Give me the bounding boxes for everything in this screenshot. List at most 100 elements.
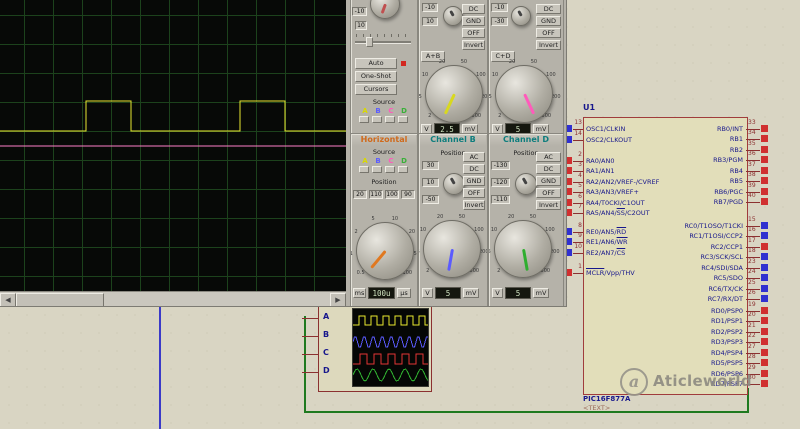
- pin-number: 26: [748, 289, 756, 296]
- source-channel-b-button[interactable]: [372, 116, 382, 123]
- timebase-unit-ms[interactable]: ms: [353, 288, 366, 298]
- source-channel-d-label: D: [401, 107, 407, 115]
- pin-number: 40: [748, 192, 756, 199]
- pin-state-indicator: [761, 307, 768, 314]
- pin-state-indicator: [761, 348, 768, 356]
- mcu-pin-20[interactable]: RD1/PSP1 20: [560, 311, 772, 326]
- mcu-pin-34[interactable]: RB1 34: [560, 129, 772, 144]
- knob-scale-label: 50: [458, 213, 466, 220]
- source-channel-c-button[interactable]: [385, 116, 395, 123]
- mcu-pin-18[interactable]: RC3/SCK/SCL 18: [560, 247, 772, 262]
- mcu-pin-33[interactable]: RB0/INT 33: [560, 119, 772, 134]
- mcu-pin-36[interactable]: RB3/PGM 36: [560, 150, 772, 165]
- mcu-pin-25[interactable]: RC6/TX/CK 25: [560, 279, 772, 294]
- probe-pin-stub-d: [302, 372, 318, 373]
- pin-name: RB4: [729, 166, 743, 175]
- source-channel-c-label: C: [388, 107, 394, 115]
- pin-state-indicator: [761, 317, 768, 325]
- mcu-pin-23[interactable]: RC4/SDI/SDA 23: [560, 258, 772, 273]
- pin-number: 22: [748, 332, 756, 340]
- pin-name: RC6/TX/CK: [708, 284, 743, 293]
- mcu-pin-16[interactable]: RC1/T1OSI/CCP2 16: [560, 226, 772, 241]
- source-channel-d-button[interactable]: [398, 116, 408, 123]
- mcu-pin-21[interactable]: RD2/PSP2 21: [560, 322, 772, 337]
- mcu-pin-27[interactable]: RD4/PSP4 27: [560, 343, 772, 358]
- pin-name: RB0/INT: [716, 125, 743, 133]
- watermark: a Aticleworld: [620, 366, 800, 398]
- scope-horizontal-scrollbar[interactable]: ◀ ▶: [0, 291, 346, 306]
- channel-b-unit-mv[interactable]: mV: [463, 288, 479, 298]
- probe-pin-stub-c: [302, 354, 318, 355]
- mcu-pin-19[interactable]: RD0/PSP0 19: [560, 301, 772, 316]
- pin-number: 34: [748, 129, 756, 137]
- scrollbar-thumb[interactable]: [16, 293, 104, 306]
- mcu-pin-17[interactable]: RC2/CCP1 17: [560, 237, 772, 252]
- knob-scale-label: 20: [438, 58, 446, 65]
- pin-number: 24: [748, 268, 756, 276]
- timebase-unit-us[interactable]: µs: [397, 288, 411, 298]
- pin-state-indicator: [761, 284, 768, 292]
- pin-number: 38: [748, 171, 756, 179]
- knob-scale-label: 50: [530, 58, 538, 65]
- mcu-pin-22[interactable]: RD3/PSP3 22: [560, 332, 772, 347]
- channel-d-unit-mv[interactable]: mV: [533, 288, 549, 298]
- channel-d-gain-display: 5: [505, 287, 531, 299]
- channel-d-unit-v[interactable]: V: [492, 288, 503, 298]
- scrollbar-right-arrow-icon[interactable]: ▶: [330, 293, 346, 306]
- scrollbar-left-arrow-icon[interactable]: ◀: [0, 293, 16, 306]
- pin-state-indicator: [761, 222, 768, 229]
- pin-state-indicator: [761, 177, 768, 185]
- mcu-pin-39[interactable]: RB6/PGC 39: [560, 182, 772, 197]
- trigger-source-selector: ABCD: [351, 0, 417, 133]
- timebase-display: 100u: [368, 287, 395, 299]
- oscilloscope-probe-component[interactable]: ABCD: [302, 296, 434, 394]
- channel-b-gain-knob[interactable]: [423, 220, 481, 278]
- pin-state-indicator: [761, 327, 768, 335]
- timebase-knob[interactable]: [356, 222, 414, 280]
- mcu-pin-26[interactable]: RC7/RX/DT 26: [560, 289, 772, 304]
- pin-number: 36: [748, 150, 756, 158]
- channel-a-gain-knob[interactable]: [425, 65, 483, 123]
- source-channel-a-button[interactable]: [359, 116, 369, 123]
- pin-name: RC3/SCK/SCL: [700, 253, 743, 262]
- mcu-pin-35[interactable]: RB2 35: [560, 140, 772, 155]
- pin-stub: [746, 202, 760, 203]
- source-channel-b-label: B: [375, 107, 381, 115]
- pin-state-indicator: [761, 187, 768, 195]
- watermark-logo-icon: a: [620, 368, 648, 396]
- pin-name: RC7/RX/DT: [707, 295, 743, 303]
- pin-number: 15: [748, 216, 756, 223]
- oscilloscope-display: [0, 0, 346, 291]
- channel-b-unit-v[interactable]: V: [422, 288, 433, 298]
- knob-pointer: [522, 93, 535, 115]
- knob-pointer: [443, 93, 456, 115]
- probe-input-c: C: [323, 348, 329, 357]
- pin-state-indicator: [761, 232, 768, 240]
- horizontal-panel: Horizontal Source ABCD Position 20 110 100…: [350, 133, 418, 306]
- pin-state-indicator: [761, 338, 768, 346]
- knob-scale-label: 20: [507, 213, 515, 220]
- knob-scale-label: 50: [529, 213, 537, 220]
- knob-scale-label: 20: [436, 213, 444, 220]
- mcu-pin-24[interactable]: RC5/SDO 24: [560, 268, 772, 283]
- mcu-pin-38[interactable]: RB5 38: [560, 171, 772, 186]
- pin-state-indicator: [761, 135, 768, 143]
- mcu-pin-37[interactable]: RB4 37: [560, 161, 772, 176]
- mcu-pin-40[interactable]: RB7/PGD 40: [560, 192, 772, 207]
- pin-name: RD1/PSP1: [711, 317, 743, 326]
- pin-number: 19: [748, 301, 756, 308]
- pin-state-indicator: [761, 125, 768, 132]
- pin-name: RB7/PGD: [713, 198, 743, 206]
- channel-d-panel: Channel D Position -130 -120 -110 AC DC GND O…: [488, 133, 564, 306]
- mcu-pin-15[interactable]: RC0/T1OSO/T1CKI 15: [560, 216, 772, 231]
- pin-state-indicator: [761, 198, 768, 205]
- channel-d-gain-knob[interactable]: [494, 220, 552, 278]
- knob-pointer: [446, 248, 454, 271]
- pin-name: RB2: [729, 145, 743, 154]
- pin-number: 39: [748, 181, 756, 189]
- pin-number: 16: [748, 226, 756, 234]
- channel-c-gain-knob[interactable]: [495, 65, 553, 123]
- probe-mini-screen: [352, 308, 429, 387]
- knob-scale-label: 5: [371, 215, 375, 222]
- knob-scale-label: 10: [391, 215, 399, 222]
